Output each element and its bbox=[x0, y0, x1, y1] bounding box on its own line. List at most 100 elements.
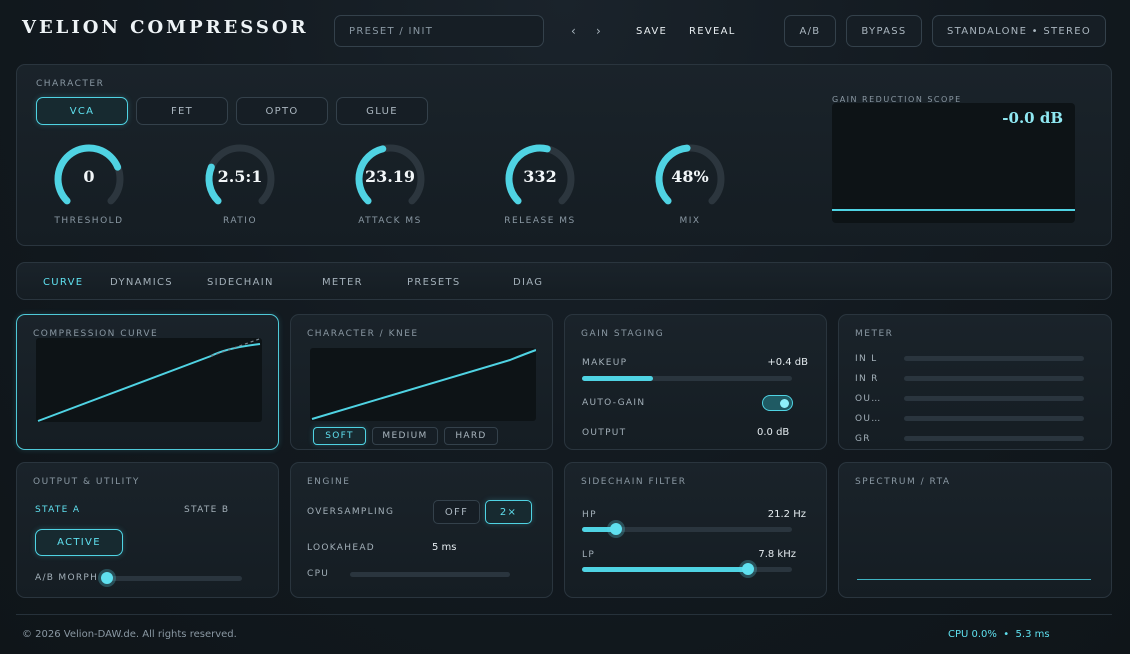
ratio-value: 2.5:1 bbox=[217, 167, 263, 186]
autogain-toggle-knob bbox=[780, 399, 789, 408]
lp-slider-thumb[interactable] bbox=[741, 563, 754, 575]
meter-bar-out-r bbox=[904, 416, 1084, 421]
copyright-text: © 2026 Velion-DAW.de. All rights reserve… bbox=[22, 629, 237, 640]
gain-staging-panel: GAIN STAGING MAKEUP +0.4 dB AUTO-GAIN OU… bbox=[564, 314, 827, 450]
scope-trace bbox=[832, 209, 1075, 211]
release-label: RELEASE MS bbox=[504, 216, 576, 226]
preset-selector[interactable]: PRESET / INIT bbox=[334, 15, 544, 47]
cpu-bar bbox=[350, 572, 510, 577]
output-value: 0.0 dB bbox=[757, 427, 790, 438]
meter-title: METER bbox=[855, 329, 894, 339]
lp-slider[interactable] bbox=[582, 563, 792, 575]
next-preset-button[interactable]: › bbox=[596, 24, 601, 38]
hp-slider-thumb[interactable] bbox=[609, 523, 622, 535]
meter-bar-in-l bbox=[904, 356, 1084, 361]
tab-curve[interactable]: CURVE bbox=[43, 277, 83, 288]
state-a-button[interactable]: STATE A bbox=[35, 505, 80, 515]
character-panel: CHARACTER VCA FET OPTO GLUE 0 THRESHOLD … bbox=[16, 64, 1112, 246]
threshold-knob[interactable]: 0 bbox=[53, 143, 125, 215]
oversampling-off-button[interactable]: OFF bbox=[433, 500, 480, 524]
meter-bar-in-r bbox=[904, 376, 1084, 381]
threshold-value: 0 bbox=[83, 167, 95, 186]
oversampling-label: OVERSAMPLING bbox=[307, 507, 395, 517]
knee-medium-button[interactable]: MEDIUM bbox=[372, 427, 438, 445]
morph-label: A/B MORPH bbox=[35, 573, 99, 583]
mix-label: MIX bbox=[679, 216, 701, 226]
attack-knob[interactable]: 23.19 bbox=[354, 143, 426, 215]
preset-label: PRESET / INIT bbox=[349, 25, 434, 37]
character-label: CHARACTER bbox=[36, 79, 105, 89]
makeup-value: +0.4 dB bbox=[767, 357, 808, 368]
ab-button[interactable]: A/B bbox=[784, 15, 836, 47]
meter-label-gr: GR bbox=[855, 434, 871, 444]
release-knob[interactable]: 332 bbox=[504, 143, 576, 215]
tab-dynamics[interactable]: DYNAMICS bbox=[110, 277, 173, 288]
autogain-toggle[interactable] bbox=[762, 395, 793, 411]
bypass-button[interactable]: BYPASS bbox=[846, 15, 922, 47]
app-title: VELION COMPRESSOR bbox=[22, 17, 309, 38]
footer-divider bbox=[16, 614, 1112, 615]
lp-label: LP bbox=[582, 550, 596, 560]
compression-curve-panel: COMPRESSION CURVE bbox=[16, 314, 279, 450]
gain-reduction-scope: -0.0 dB bbox=[832, 103, 1075, 223]
release-value: 332 bbox=[523, 167, 557, 186]
knee-curve-line bbox=[311, 349, 537, 420]
compression-curve-graph[interactable] bbox=[36, 337, 263, 422]
knee-graph bbox=[310, 348, 537, 421]
tab-sidechain[interactable]: SIDECHAIN bbox=[207, 277, 274, 288]
reveal-button[interactable]: REVEAL bbox=[689, 26, 736, 37]
hp-label: HP bbox=[582, 510, 597, 520]
attack-label: ATTACK MS bbox=[358, 216, 422, 226]
meter-label-out-l: OU… bbox=[855, 394, 882, 404]
meter-bar-gr bbox=[904, 436, 1084, 441]
state-b-button[interactable]: STATE B bbox=[184, 505, 229, 515]
status-readout: CPU 0.0% • 5.3 ms bbox=[948, 629, 1050, 640]
tab-bar bbox=[16, 262, 1112, 300]
mode-vca-button[interactable]: VCA bbox=[36, 97, 128, 125]
mode-glue-button[interactable]: GLUE bbox=[336, 97, 428, 125]
mode-opto-button[interactable]: OPTO bbox=[236, 97, 328, 125]
makeup-slider[interactable] bbox=[582, 376, 792, 381]
makeup-slider-fill bbox=[582, 376, 654, 381]
tab-presets[interactable]: PRESETS bbox=[407, 277, 461, 288]
meter-bar-out-l bbox=[904, 396, 1084, 401]
lookahead-label: LOOKAHEAD bbox=[307, 543, 376, 553]
knee-title: CHARACTER / KNEE bbox=[307, 329, 419, 339]
meter-label-in-r: IN R bbox=[855, 374, 879, 384]
spectrum-title: SPECTRUM / RTA bbox=[855, 477, 951, 487]
engine-title: ENGINE bbox=[307, 477, 351, 487]
attack-value: 23.19 bbox=[364, 167, 416, 186]
mode-display[interactable]: STANDALONE • STEREO bbox=[932, 15, 1106, 47]
save-button[interactable]: SAVE bbox=[636, 26, 667, 37]
output-utility-panel: OUTPUT & UTILITY STATE A STATE B ACTIVE … bbox=[16, 462, 279, 598]
threshold-label: THRESHOLD bbox=[54, 216, 124, 226]
prev-preset-button[interactable]: ‹ bbox=[571, 24, 576, 38]
ratio-label: RATIO bbox=[222, 216, 258, 226]
sidechain-filter-panel: SIDECHAIN FILTER HP 21.2 Hz LP 7.8 kHz bbox=[564, 462, 827, 598]
hp-slider[interactable] bbox=[582, 523, 792, 535]
engine-panel: ENGINE OVERSAMPLING OFF 2× LOOKAHEAD 5 m… bbox=[290, 462, 553, 598]
meter-label-in-l: IN L bbox=[855, 354, 878, 364]
oversampling-2x-button[interactable]: 2× bbox=[485, 500, 532, 524]
scope-value: -0.0 dB bbox=[1002, 109, 1063, 127]
knee-hard-button[interactable]: HARD bbox=[444, 427, 498, 445]
lp-slider-fill bbox=[582, 567, 748, 572]
lp-value: 7.8 kHz bbox=[758, 549, 796, 560]
morph-slider-thumb[interactable] bbox=[101, 572, 113, 584]
tab-diag[interactable]: DIAG bbox=[513, 277, 543, 288]
sidechain-filter-title: SIDECHAIN FILTER bbox=[581, 477, 687, 487]
cpu-label: CPU bbox=[307, 569, 330, 579]
mix-knob[interactable]: 48% bbox=[654, 143, 726, 215]
mode-fet-button[interactable]: FET bbox=[136, 97, 228, 125]
meter-panel: METER IN L IN R OU… OU… GR bbox=[838, 314, 1112, 450]
tab-meter[interactable]: METER bbox=[322, 277, 363, 288]
ratio-knob[interactable]: 2.5:1 bbox=[204, 143, 276, 215]
compression-curve-line bbox=[37, 337, 263, 422]
spectrum-trace bbox=[857, 579, 1091, 580]
active-button[interactable]: ACTIVE bbox=[35, 529, 123, 556]
makeup-label: MAKEUP bbox=[582, 358, 628, 368]
output-utility-title: OUTPUT & UTILITY bbox=[33, 477, 140, 487]
knee-soft-button[interactable]: SOFT bbox=[313, 427, 366, 445]
lookahead-value: 5 ms bbox=[432, 542, 457, 553]
morph-slider[interactable] bbox=[101, 572, 242, 584]
